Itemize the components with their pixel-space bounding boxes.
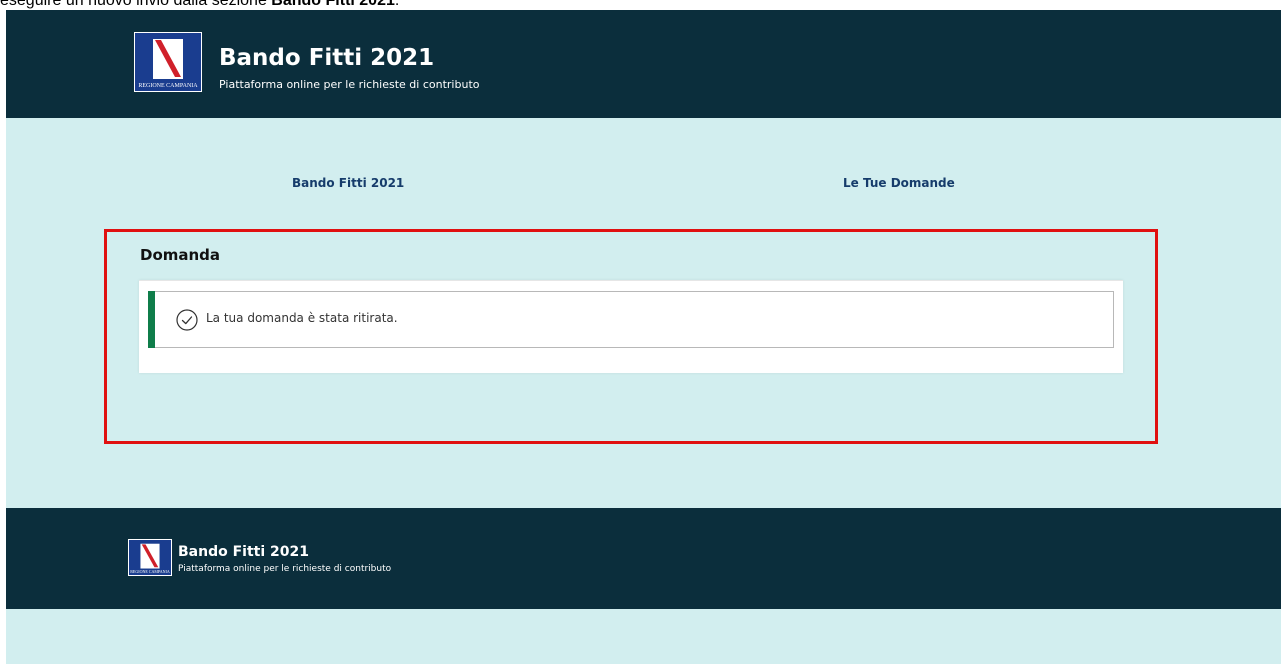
site-header: REGIONE CAMPANIA Bando Fitti 2021 Piatta…: [6, 10, 1281, 118]
footer-logo-stripe-icon: [129, 540, 171, 571]
nav-link-le-tue-domande[interactable]: Le Tue Domande: [843, 176, 955, 190]
footer-logo-text: REGIONE CAMPANIA: [129, 569, 171, 575]
site-footer: REGIONE CAMPANIA Bando Fitti 2021 Piatta…: [6, 508, 1281, 609]
alert-message: La tua domanda è stata ritirata.: [206, 311, 398, 325]
caption-suffix: .: [394, 0, 400, 9]
regione-campania-logo[interactable]: REGIONE CAMPANIA: [134, 32, 202, 92]
nav-link-bando-fitti[interactable]: Bando Fitti 2021: [292, 176, 404, 190]
alert-accent-bar: [148, 291, 155, 348]
success-alert: La tua domanda è stata ritirata.: [148, 291, 1114, 348]
site-title[interactable]: Bando Fitti 2021: [219, 45, 434, 71]
section-title: Domanda: [140, 246, 221, 264]
site-subtitle: Piattaforma online per le richieste di c…: [219, 78, 480, 91]
footer-logo[interactable]: REGIONE CAMPANIA: [128, 539, 172, 576]
domanda-card: La tua domanda è stata ritirata.: [139, 280, 1123, 373]
caption-prefix: eseguire un nuovo invio dalla sezione: [0, 0, 272, 9]
browser-page: REGIONE CAMPANIA Bando Fitti 2021 Piatta…: [6, 10, 1281, 664]
logo-stripe-icon: [135, 33, 201, 83]
caption-bold: Bando Fitti 2021: [271, 0, 395, 9]
footer-subtitle: Piattaforma online per le richieste di c…: [178, 564, 392, 574]
check-circle-icon: [176, 309, 198, 331]
footer-title: Bando Fitti 2021: [178, 544, 309, 560]
document-caption: eseguire un nuovo invio dalla sezione Ba…: [0, 0, 1281, 10]
logo-text: REGIONE CAMPANIA: [135, 82, 201, 91]
